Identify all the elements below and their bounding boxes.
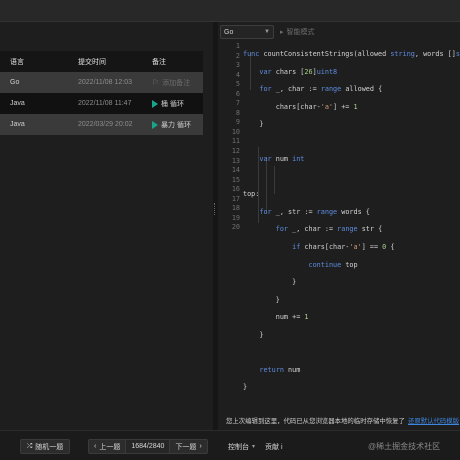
table-row[interactable]: Go 2022/11/08 12:03 ⚐ 添加备注 [0, 72, 203, 93]
line-number: 6 [235, 89, 240, 98]
editor-toolbar: Go ▼ ▸ 智能模式 [218, 22, 460, 42]
restore-notice: 您上次编辑到这里，代码已从您浏览器本地的临时存储中恢复了 还原默认代码模版 [218, 410, 460, 430]
code-line: } [243, 278, 297, 287]
line-number: 4 [235, 70, 240, 79]
header-language: 语言 [10, 58, 24, 66]
line-number: 7 [235, 99, 240, 108]
code-line: } [243, 120, 264, 129]
code-line: func countConsistentStrings(allowed stri… [243, 50, 460, 58]
next-question-button[interactable]: 下一题 › [170, 440, 206, 453]
mode-label: 智能模式 [286, 29, 315, 36]
contribute-button[interactable]: 贡献 i [265, 439, 283, 454]
code-line: var num int [259, 155, 305, 164]
line-number: 16 [231, 185, 240, 194]
play-icon [152, 99, 158, 108]
line-number: 12 [231, 147, 240, 156]
table-header: 语言 提交时间 备注 [0, 51, 203, 72]
next-label: 下一题 [175, 443, 197, 451]
restore-notice-text: 您上次编辑到这里，代码已从您浏览器本地的临时存储中恢复了 [226, 417, 405, 425]
console-label: 控制台 [228, 443, 249, 451]
mode-icon: ▸ [280, 29, 284, 36]
line-number: 14 [231, 166, 240, 175]
line-number: 11 [231, 137, 240, 146]
table-row[interactable]: Java 2022/11/08 11:47 桶 循环 [0, 93, 203, 114]
flag-icon: ⚐ [152, 78, 160, 87]
smart-mode-toggle[interactable]: ▸ 智能模式 [280, 27, 315, 37]
chevron-right-icon: › [199, 443, 202, 450]
chevron-down-icon: ▼ [264, 29, 270, 35]
code-line: for _, char := range str { [275, 225, 383, 234]
question-pager: ‹ 上一题 1684/2840 下一题 › [88, 439, 208, 454]
console-button[interactable]: 控制台 ▾ [228, 439, 255, 454]
table-row[interactable]: Java 2022/03/29 20:02 暴力 循环 [0, 114, 203, 135]
row-time: 2022/03/29 20:02 [78, 121, 133, 128]
code-editor[interactable]: Go ▼ ▸ 智能模式 1 2 3 4 5 6 7 8 9 10 11 12 13 14 15 16 17 18 1… [218, 22, 460, 430]
line-number: 9 [235, 118, 240, 127]
top-bar [0, 0, 460, 22]
row-time: 2022/11/08 11:47 [78, 100, 132, 107]
code-lines[interactable]: func countConsistentStrings(allowed stri… [243, 42, 460, 409]
code-line: top: [243, 190, 260, 199]
code-line: for _, char := range allowed { [259, 85, 383, 94]
submissions-panel: 语言 提交时间 备注 Go 2022/11/08 12:03 ⚐ 添加备注 Ja… [0, 22, 213, 430]
line-number: 8 [235, 108, 240, 117]
prev-label: 上一题 [99, 443, 121, 451]
line-number: 17 [231, 194, 240, 203]
contribute-label: 贡献 i [265, 443, 283, 451]
header-time: 提交时间 [78, 58, 106, 66]
code-line: num += 1 [243, 313, 309, 322]
code-line: var chars [26]uint8 [259, 67, 338, 76]
restore-default-link[interactable]: 还原默认代码模版 [408, 416, 459, 425]
row-note[interactable]: 桶 循环 [152, 99, 203, 109]
line-number: 3 [235, 61, 240, 70]
row-note[interactable]: ⚐ 添加备注 [152, 78, 203, 88]
watermark: @稀土掘金技术社区 [368, 442, 441, 451]
line-number: 13 [231, 156, 240, 165]
line-number: 20 [231, 223, 240, 232]
chevron-down-icon: ▾ [252, 444, 256, 450]
add-note-link[interactable]: 添加备注 [162, 78, 190, 88]
line-number: 18 [231, 204, 240, 213]
random-label: 随机一题 [35, 443, 64, 451]
line-number: 2 [235, 51, 240, 60]
code-line: continue top [308, 260, 358, 269]
code-line: } [243, 295, 280, 304]
play-icon [152, 120, 158, 129]
line-number-gutter: 1 2 3 4 5 6 7 8 9 10 11 12 13 14 15 16 17 18 19 20 [218, 42, 240, 233]
random-question-button[interactable]: ⤮ 随机一题 [20, 439, 70, 454]
row-language: Java [10, 121, 25, 128]
shuffle-icon: ⤮ [26, 442, 33, 450]
code-area[interactable]: 1 2 3 4 5 6 7 8 9 10 11 12 13 14 15 16 17 18 19 20 func cou… [218, 42, 460, 412]
line-number: 10 [231, 127, 240, 136]
language-select[interactable]: Go ▼ [220, 25, 274, 39]
submissions-table: 语言 提交时间 备注 Go 2022/11/08 12:03 ⚐ 添加备注 Ja… [0, 51, 203, 135]
line-number: 15 [231, 175, 240, 184]
note-text: 桶 循环 [161, 100, 184, 108]
code-line: for _, str := range words { [259, 207, 370, 216]
chevron-left-icon: ‹ [94, 443, 97, 450]
line-number: 1 [235, 42, 240, 50]
row-language: Go [10, 79, 20, 86]
language-value: Go [224, 28, 234, 36]
code-line: chars[char-'a'] += 1 [243, 102, 358, 111]
code-line: } [243, 383, 248, 392]
row-time: 2022/11/08 12:03 [78, 79, 132, 86]
code-line: if chars[char-'a'] == 0 { [292, 243, 395, 252]
progress-counter: 1684/2840 [125, 440, 171, 453]
line-number: 5 [235, 80, 240, 89]
code-line: return num [259, 365, 301, 374]
note-text: 暴力 循环 [161, 121, 191, 129]
line-number: 19 [231, 213, 240, 222]
code-line: } [243, 330, 264, 339]
row-language: Java [10, 100, 25, 107]
row-note[interactable]: 暴力 循环 [152, 120, 203, 130]
prev-question-button[interactable]: ‹ 上一题 [89, 440, 125, 453]
header-note: 备注 [152, 58, 166, 66]
drag-handle-icon[interactable] [214, 203, 216, 215]
